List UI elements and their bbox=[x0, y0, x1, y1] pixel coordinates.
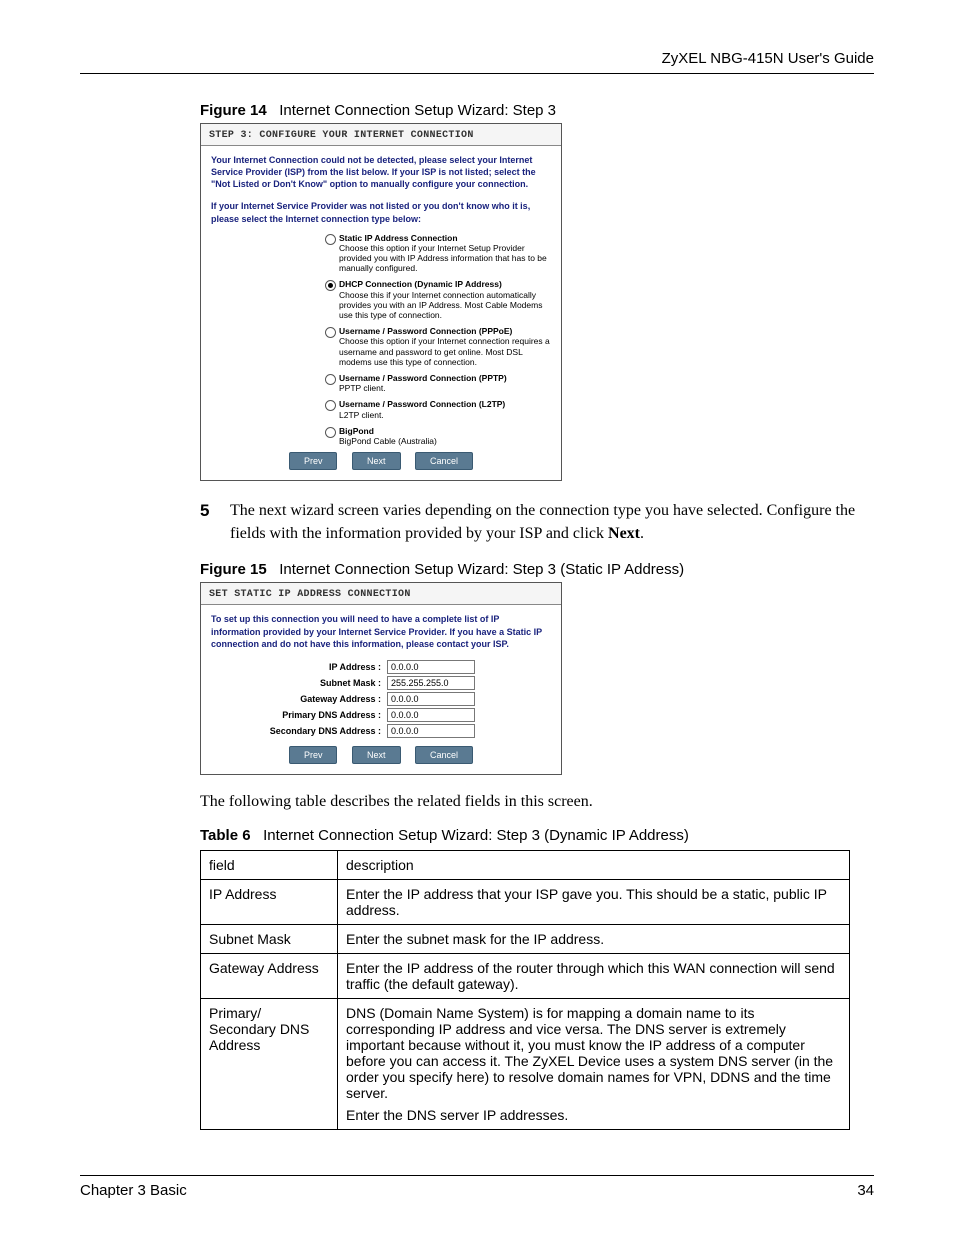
table6-header-field: field bbox=[201, 850, 338, 879]
option-desc: Username / Password Connection (PPPoE)Ch… bbox=[339, 326, 551, 367]
fig15-prev-button[interactable]: Prev bbox=[289, 746, 338, 764]
radio-4[interactable] bbox=[325, 400, 336, 411]
fig15-next-button[interactable]: Next bbox=[352, 746, 401, 764]
radio-1[interactable] bbox=[325, 280, 336, 291]
form-label: IP Address : bbox=[211, 662, 387, 672]
form-label: Gateway Address : bbox=[211, 694, 387, 704]
table6-label: Table 6 bbox=[200, 827, 251, 844]
figure15-label: Figure 15 bbox=[200, 561, 267, 578]
table-row: IP AddressEnter the IP address that your… bbox=[201, 879, 850, 924]
desc-paragraph: The following table describes the relate… bbox=[200, 793, 874, 811]
footer: Chapter 3 Basic 34 bbox=[80, 1175, 874, 1199]
radio-0[interactable] bbox=[325, 234, 336, 245]
table6-cell-desc: Enter the IP address of the router throu… bbox=[338, 953, 850, 998]
footer-chapter: Chapter 3 Basic bbox=[80, 1182, 187, 1199]
figure14-panel: STEP 3: CONFIGURE YOUR INTERNET CONNECTI… bbox=[200, 123, 562, 481]
figure15-caption-text: Internet Connection Setup Wizard: Step 3… bbox=[279, 561, 684, 578]
table6-cell-field: Subnet Mask bbox=[201, 924, 338, 953]
table6: field description IP AddressEnter the IP… bbox=[200, 850, 850, 1130]
figure15-panel-title: SET STATIC IP ADDRESS CONNECTION bbox=[201, 583, 561, 605]
connection-option: DHCP Connection (Dynamic IP Address)Choo… bbox=[211, 279, 551, 320]
form-row: Gateway Address : bbox=[211, 692, 551, 706]
footer-page: 34 bbox=[857, 1182, 874, 1199]
form-row: Subnet Mask : bbox=[211, 676, 551, 690]
option-desc: Username / Password Connection (PPTP)PPT… bbox=[339, 373, 551, 393]
table6-cell-desc: Enter the IP address that your ISP gave … bbox=[338, 879, 850, 924]
connection-option: Username / Password Connection (L2TP)L2T… bbox=[211, 399, 551, 419]
figure14-caption-text: Internet Connection Setup Wizard: Step 3 bbox=[279, 102, 556, 119]
figure14-caption: Figure 14 Internet Connection Setup Wiza… bbox=[200, 102, 874, 119]
figure14-label: Figure 14 bbox=[200, 102, 267, 119]
table6-cell-field: Gateway Address bbox=[201, 953, 338, 998]
footer-rule bbox=[80, 1175, 874, 1176]
form-row: Secondary DNS Address : bbox=[211, 724, 551, 738]
option-desc: BigPondBigPond Cable (Australia) bbox=[339, 426, 551, 446]
form-input-1[interactable] bbox=[387, 676, 475, 690]
table-row: Subnet MaskEnter the subnet mask for the… bbox=[201, 924, 850, 953]
fig14-cancel-button[interactable]: Cancel bbox=[415, 452, 473, 470]
connection-option: Static IP Address ConnectionChoose this … bbox=[211, 233, 551, 274]
step5-text-before: The next wizard screen varies depending … bbox=[230, 502, 855, 542]
table6-cell-desc: Enter the subnet mask for the IP address… bbox=[338, 924, 850, 953]
radio-5[interactable] bbox=[325, 427, 336, 438]
figure15-panel: SET STATIC IP ADDRESS CONNECTION To set … bbox=[200, 582, 562, 774]
table6-caption-text: Internet Connection Setup Wizard: Step 3… bbox=[263, 827, 689, 844]
doc-title: ZyXEL NBG-415N User's Guide bbox=[80, 50, 874, 73]
fig14-prev-button[interactable]: Prev bbox=[289, 452, 338, 470]
table6-cell-field: Primary/ Secondary DNS Address bbox=[201, 998, 338, 1129]
option-desc: Username / Password Connection (L2TP)L2T… bbox=[339, 399, 551, 419]
figure14-intro2: If your Internet Service Provider was no… bbox=[211, 200, 551, 224]
figure14-panel-title: STEP 3: CONFIGURE YOUR INTERNET CONNECTI… bbox=[201, 124, 561, 146]
figure15-intro: To set up this connection you will need … bbox=[211, 613, 551, 649]
table6-header-description: description bbox=[338, 850, 850, 879]
form-label: Secondary DNS Address : bbox=[211, 726, 387, 736]
step5-text: 5 The next wizard screen varies dependin… bbox=[200, 499, 874, 545]
table6-cell-field: IP Address bbox=[201, 879, 338, 924]
table6-caption: Table 6 Internet Connection Setup Wizard… bbox=[200, 827, 874, 844]
form-input-3[interactable] bbox=[387, 708, 475, 722]
figure15-caption: Figure 15 Internet Connection Setup Wiza… bbox=[200, 561, 874, 578]
form-row: Primary DNS Address : bbox=[211, 708, 551, 722]
connection-option: Username / Password Connection (PPTP)PPT… bbox=[211, 373, 551, 393]
radio-3[interactable] bbox=[325, 374, 336, 385]
figure14-intro1: Your Internet Connection could not be de… bbox=[211, 154, 551, 190]
fig15-cancel-button[interactable]: Cancel bbox=[415, 746, 473, 764]
connection-option: BigPondBigPond Cable (Australia) bbox=[211, 426, 551, 446]
form-label: Subnet Mask : bbox=[211, 678, 387, 688]
table-row: Gateway AddressEnter the IP address of t… bbox=[201, 953, 850, 998]
step5-text-after: . bbox=[640, 525, 644, 542]
table-row: Primary/ Secondary DNS AddressDNS (Domai… bbox=[201, 998, 850, 1129]
form-input-4[interactable] bbox=[387, 724, 475, 738]
table6-cell-desc: DNS (Domain Name System) is for mapping … bbox=[338, 998, 850, 1129]
option-desc: DHCP Connection (Dynamic IP Address)Choo… bbox=[339, 279, 551, 320]
step5-number: 5 bbox=[200, 499, 209, 524]
fig14-next-button[interactable]: Next bbox=[352, 452, 401, 470]
form-label: Primary DNS Address : bbox=[211, 710, 387, 720]
header-rule bbox=[80, 73, 874, 74]
step5-bold: Next bbox=[608, 525, 640, 542]
form-input-0[interactable] bbox=[387, 660, 475, 674]
form-input-2[interactable] bbox=[387, 692, 475, 706]
connection-option: Username / Password Connection (PPPoE)Ch… bbox=[211, 326, 551, 367]
option-desc: Static IP Address ConnectionChoose this … bbox=[339, 233, 551, 274]
form-row: IP Address : bbox=[211, 660, 551, 674]
radio-2[interactable] bbox=[325, 327, 336, 338]
